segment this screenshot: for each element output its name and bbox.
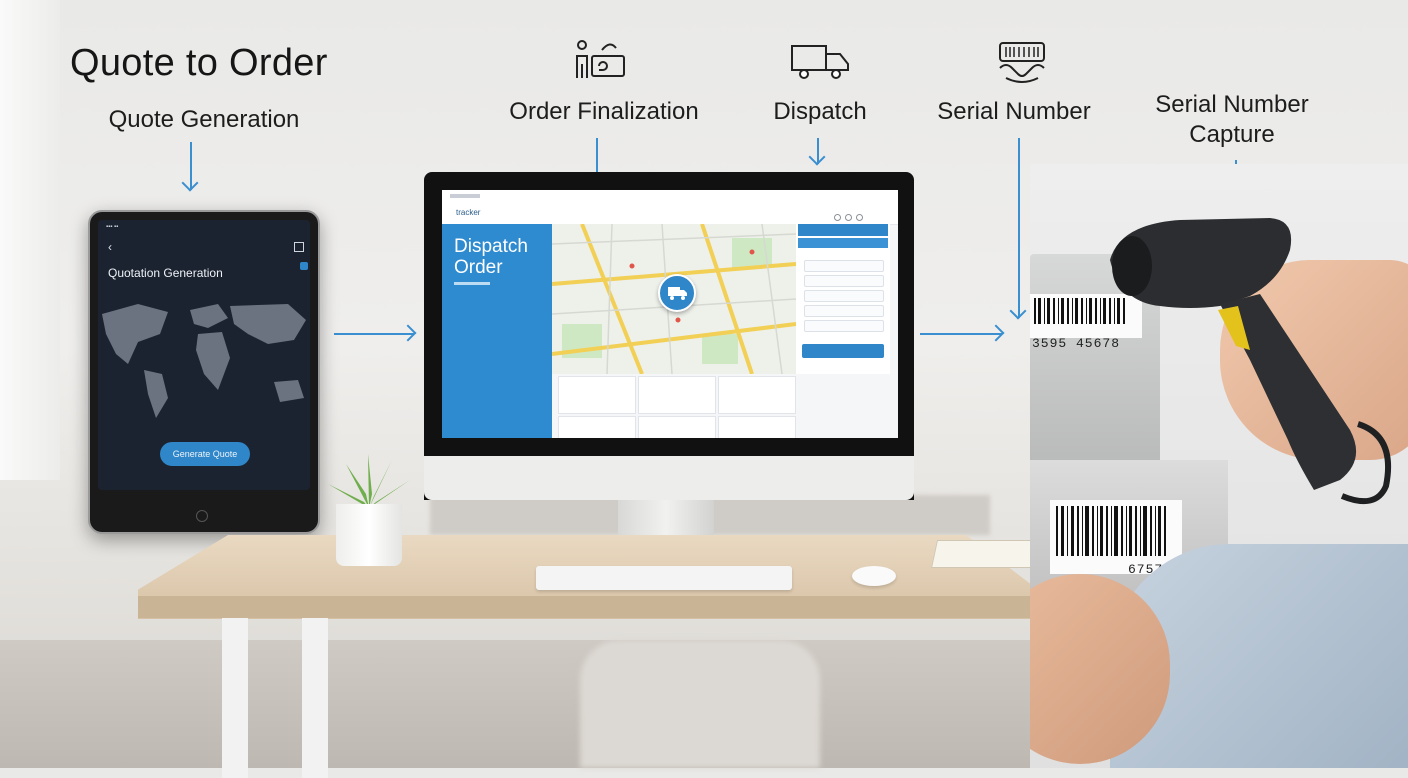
order-card-2[interactable] — [638, 376, 716, 414]
notebook — [931, 540, 1037, 568]
desk-leg-left — [222, 618, 248, 778]
panel-subheader — [798, 238, 888, 248]
header-icons[interactable] — [834, 208, 874, 221]
back-chevron-icon[interactable]: ‹ — [108, 240, 112, 254]
step-label-serial-number-capture: Serial Number Capture — [1155, 91, 1309, 148]
app-sidebar: Dispatch Order — [442, 224, 552, 438]
truck-icon — [791, 45, 849, 79]
background-stool — [580, 640, 820, 768]
order-card-3[interactable] — [718, 376, 796, 414]
badge-icon — [300, 262, 308, 270]
app-brand: tracker — [456, 208, 481, 217]
barcode-scanner — [1110, 218, 1392, 505]
barcode-scan-icon — [999, 42, 1045, 83]
route-map[interactable] — [552, 224, 796, 374]
step-label-dispatch: Dispatch — [773, 98, 867, 125]
form-field-5[interactable] — [804, 320, 884, 332]
monitor-chin — [424, 456, 914, 500]
page-title: Quote to Order — [70, 42, 328, 84]
form-field-2[interactable] — [804, 275, 884, 287]
home-button[interactable] — [196, 510, 208, 522]
desk-leg-left-back — [302, 618, 328, 778]
arrow-right-to-monitor — [334, 333, 414, 335]
tablet-screen: ▪▪▪ ▪▪ ‹ Quotation Generation Generate Q… — [98, 220, 310, 490]
keyboard — [536, 566, 792, 590]
panel-header — [798, 224, 888, 236]
truck-pin-icon — [668, 287, 687, 300]
window-tab — [450, 194, 480, 198]
step-label-order-finalization: Order Finalization — [509, 98, 699, 125]
app-header: tracker — [442, 190, 898, 225]
plant-icon — [328, 454, 410, 508]
plant-pot — [336, 504, 402, 566]
form-field-3[interactable] — [804, 290, 884, 302]
world-map — [102, 304, 306, 418]
step-label-serial-number: Serial Number — [937, 98, 1091, 125]
dispatch-app-screen: tracker Dispatch Order — [442, 190, 898, 438]
truck-location-pin[interactable] — [658, 274, 696, 312]
form-field-1[interactable] — [804, 260, 884, 272]
sidebar-subtext — [454, 282, 490, 285]
arrow-down-dispatch — [817, 138, 819, 164]
desk-edge — [138, 596, 1038, 618]
order-card-5[interactable] — [638, 416, 716, 438]
window-light — [0, 0, 60, 480]
order-card-6[interactable] — [718, 416, 796, 438]
mouse — [852, 566, 896, 586]
order-finalization-icon — [576, 40, 625, 78]
barcode-scan-photo: 3595 45678 67574 — [1030, 164, 1408, 768]
dispatch-order-heading: Dispatch Order — [454, 236, 528, 278]
generate-quote-button[interactable]: Generate Quote — [160, 442, 250, 466]
step-label-quote-generation: Quote Generation — [108, 106, 300, 133]
arrow-down-serial — [1018, 138, 1020, 318]
order-card-1[interactable] — [558, 376, 636, 414]
tablet-heading: Quotation Generation — [108, 266, 223, 280]
arrow-right-to-scanner — [920, 333, 1002, 335]
menu-icon[interactable] — [294, 242, 304, 252]
arrow-down-quote — [190, 142, 192, 190]
tablet-status-bar: ▪▪▪ ▪▪ — [106, 224, 119, 230]
tablet-device: ▪▪▪ ▪▪ ‹ Quotation Generation Generate Q… — [88, 210, 320, 534]
order-card-4[interactable] — [558, 416, 636, 438]
dispatch-submit-button[interactable] — [802, 344, 884, 358]
form-field-4[interactable] — [804, 305, 884, 317]
order-form-panel — [796, 224, 890, 374]
